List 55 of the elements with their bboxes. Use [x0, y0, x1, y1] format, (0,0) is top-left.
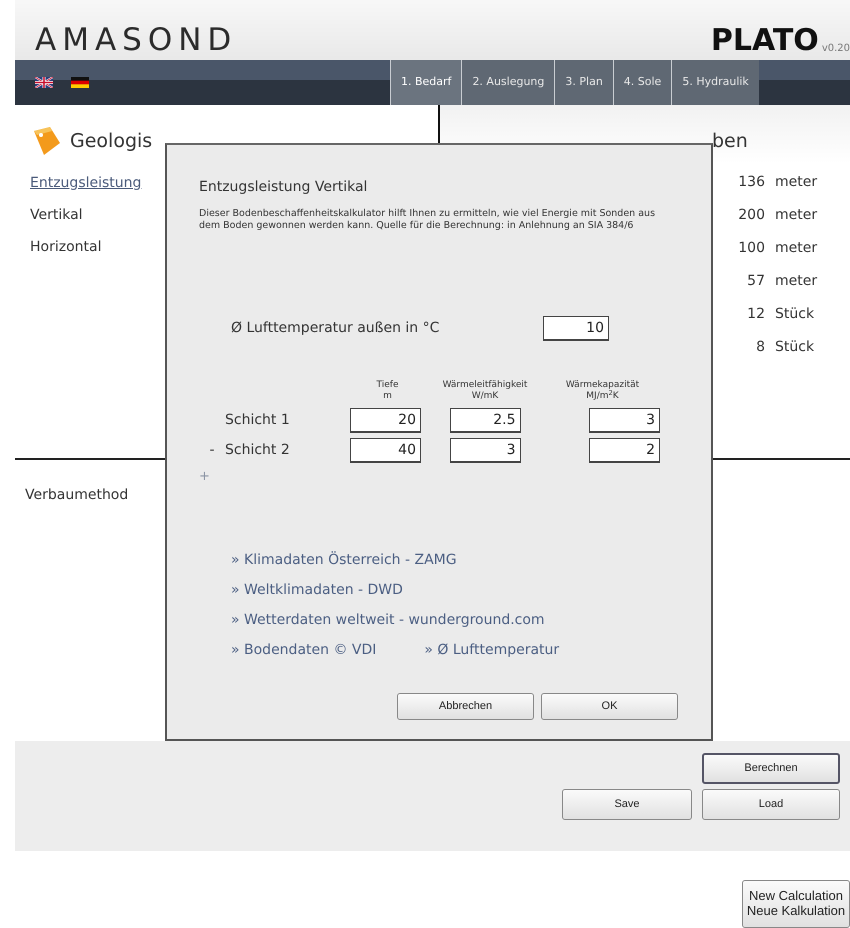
- description-text: Dieser Bodenbeschaffenheitskalkulator hilft Ihnen zu ermitteln, wie viel Energie mit Sonden aus dem Boden gewonnen werden kann. Quelle für die Berechnung: in Anlehnung an SIA 384/6: [199, 208, 656, 233]
- value-text: 136: [737, 172, 765, 192]
- product-name: PLATO: [710, 26, 819, 56]
- link[interactable]: Entzugsleistung: [30, 173, 142, 194]
- ok-button[interactable]: OK: [541, 692, 678, 720]
- unit-text: Stück: [775, 304, 814, 324]
- list-item: Vertikal: [30, 206, 83, 225]
- value-field[interactable]: 2.5: [450, 408, 520, 434]
- link[interactable]: » Bodendaten © VDI: [231, 640, 376, 661]
- link[interactable]: » Wetterdaten weltweit - wunderground.com: [231, 610, 545, 631]
- nav-tab[interactable]: 2. Auslegung: [461, 60, 554, 105]
- value-text: 200: [737, 206, 765, 224]
- panel-title: ben: [712, 129, 749, 154]
- new-calculation-button[interactable]: New Calculation Neue Kalkulation: [742, 880, 850, 928]
- unit-text: meter: [775, 272, 818, 290]
- list-item: Horizontal: [30, 238, 102, 257]
- column-header: Wärmekapazität MJ/m$^{2}$K: [566, 380, 640, 404]
- logo: AMASOND: [35, 25, 238, 56]
- unit-text: meter: [775, 206, 818, 224]
- german-flag-icon[interactable]: [71, 77, 89, 88]
- unit-text: meter: [775, 172, 818, 192]
- nav-tab[interactable]: 3. Plan: [554, 60, 613, 105]
- value-field[interactable]: 20: [350, 408, 421, 434]
- load-button[interactable]: Load: [702, 789, 840, 820]
- value-field[interactable]: 3: [589, 408, 660, 434]
- unit-text: Stück: [775, 338, 814, 356]
- calculate-button[interactable]: Berechnen: [702, 753, 840, 784]
- unit-text: meter: [775, 238, 818, 258]
- row-label: Schicht 1: [225, 410, 291, 430]
- column-header: Wärmeleitfähigkeit W/mK: [442, 380, 528, 404]
- nav-tab[interactable]: 1. Bedarf: [390, 60, 462, 105]
- value-text: 57: [746, 272, 765, 290]
- link[interactable]: » Klimadaten Österreich - ZAMG: [231, 550, 457, 571]
- uk-flag-icon[interactable]: [35, 77, 53, 88]
- value-field[interactable]: 2: [589, 438, 660, 464]
- value-field[interactable]: 3: [450, 438, 520, 464]
- row-label: Schicht 2: [225, 440, 291, 460]
- link[interactable]: » Weltklimadaten - DWD: [231, 580, 403, 601]
- column-header: Tiefe m: [376, 380, 398, 404]
- version-label: v0.20: [822, 42, 850, 56]
- nav-tab[interactable]: 4. Sole: [612, 60, 672, 105]
- panel-title: Geologis: [70, 128, 152, 154]
- remove-button[interactable]: -: [199, 440, 225, 461]
- link[interactable]: » Ø Lufttemperatur: [424, 640, 560, 661]
- value-text: 8: [755, 338, 765, 356]
- temperature-field[interactable]: 10: [543, 316, 609, 341]
- value-field[interactable]: 40: [350, 438, 421, 464]
- value-text: 12: [746, 304, 765, 324]
- dialog-title: Entzugsleistung Vertikal: [199, 178, 368, 197]
- section-title: Verbaumethod: [25, 487, 128, 503]
- cancel-button[interactable]: Abbrechen: [397, 692, 534, 720]
- value-text: 100: [737, 238, 765, 258]
- field-label: Ø Lufttemperatur außen in °C: [231, 318, 440, 338]
- nav-tab[interactable]: 5. Hydraulik: [671, 60, 759, 105]
- save-button[interactable]: Save: [562, 789, 692, 820]
